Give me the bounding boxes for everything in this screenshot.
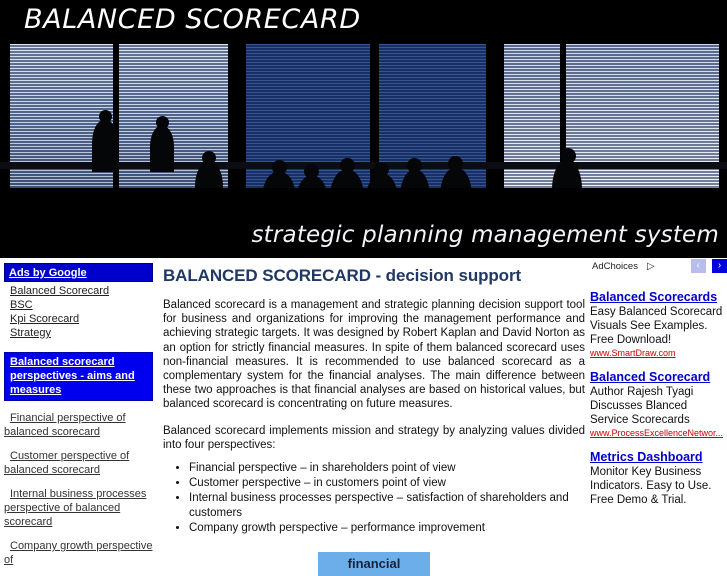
intro-paragraph: Balanced scorecard is a management and s… <box>163 299 585 411</box>
ad-title-link[interactable]: Metrics Dashboard <box>590 450 727 465</box>
page-root: BALANCED SCORECARD strategic planning ma… <box>0 0 727 576</box>
sidebar-ad-link-balanced-scorecard[interactable]: Balanced Scorecard <box>10 284 157 298</box>
ad-line: Visuals See Examples. <box>590 320 708 332</box>
sidebar-item-customer[interactable]: Customer perspective of balanced scoreca… <box>4 449 153 477</box>
foreground-shadow <box>0 188 727 214</box>
sidebar-item-customer-label[interactable]: Customer perspective of balanced scoreca… <box>4 449 153 477</box>
perspectives-lead-in: Balanced scorecard implements mission an… <box>163 424 585 451</box>
ad-line: Free Demo & Trial. <box>590 494 687 506</box>
ad-line: Author Rajesh Tyagi <box>590 386 694 398</box>
next-arrow-button[interactable]: › <box>712 259 727 273</box>
person-silhouette <box>92 120 118 172</box>
person-silhouette <box>150 126 174 172</box>
sidebar-item-perspectives-active[interactable]: Balanced scorecard perspectives - aims a… <box>4 352 153 401</box>
ad-url-link[interactable]: www.ProcessExcellenceNetwor... <box>590 428 727 438</box>
ad-line: Monitor Key Business <box>590 466 702 478</box>
ad-url-link[interactable]: www.SmartDraw.com <box>590 348 727 358</box>
sidebar-item-perspectives-label[interactable]: Balanced scorecard perspectives - aims a… <box>10 355 148 397</box>
body-columns: Ads by Google Balanced Scorecard BSC Kpi… <box>0 258 727 576</box>
person-head <box>448 156 463 171</box>
ad-line: Service Scorecards <box>590 414 690 426</box>
list-item: Company growth perspective – performance… <box>189 521 585 536</box>
person-head <box>560 148 576 164</box>
adchoices-bar: AdChoices ▷ ‹ › <box>590 258 727 278</box>
ad-line: Free Download! <box>590 334 672 346</box>
sidebar-item-company-growth-label[interactable]: Company growth perspective of <box>4 539 153 567</box>
ad-title-link[interactable]: Balanced Scorecard <box>590 370 727 385</box>
sidebar-ad-link-kpi-scorecard[interactable]: Kpi Scorecard <box>10 312 157 326</box>
person-head <box>272 160 287 175</box>
sidebar-ad-links: Balanced Scorecard BSC Kpi Scorecard Str… <box>10 284 157 340</box>
ad-item[interactable]: Metrics Dashboard Monitor Key Business I… <box>590 450 727 507</box>
banner-title: BALANCED SCORECARD <box>24 4 361 35</box>
banner-tagline: strategic planning management system <box>251 222 719 248</box>
ad-line: Discusses Blanced <box>590 400 688 412</box>
right-ads-column: AdChoices ▷ ‹ › Balanced Scorecards Easy… <box>590 258 727 545</box>
sidebar-item-internal-processes[interactable]: Internal business processes perspective … <box>4 487 153 529</box>
prev-arrow-button[interactable]: ‹ <box>690 259 706 273</box>
perspectives-list: Financial perspective – in shareholders … <box>163 461 585 536</box>
triangle-play-icon[interactable]: ▷ <box>647 261 655 272</box>
person-head <box>202 151 216 165</box>
site-banner: BALANCED SCORECARD strategic planning ma… <box>0 0 727 258</box>
person-head <box>340 158 355 173</box>
ads-by-google-link[interactable]: Ads by Google <box>9 267 87 279</box>
banner-photograph <box>0 44 727 214</box>
ad-line: Easy Balanced Scorecard <box>590 306 723 318</box>
list-item: Internal business processes perspective … <box>189 491 585 521</box>
list-item: Financial perspective – in shareholders … <box>189 461 585 476</box>
ads-carousel-nav: ‹ › <box>688 259 727 273</box>
main-content: BALANCED SCORECARD - decision support Ba… <box>163 258 585 576</box>
person-head <box>156 116 169 129</box>
person-head <box>304 164 319 179</box>
sidebar-item-financial-label[interactable]: Financial perspective of balanced scorec… <box>4 411 153 439</box>
adchoices-label: AdChoices <box>592 261 638 272</box>
sidebar-item-company-growth[interactable]: Company growth perspective of <box>4 539 153 567</box>
ads-by-google-header[interactable]: Ads by Google <box>4 263 153 282</box>
ad-item[interactable]: Balanced Scorecards Easy Balanced Scorec… <box>590 290 727 358</box>
person-head <box>407 158 422 173</box>
page-title: BALANCED SCORECARD - decision support <box>163 266 522 285</box>
person-head <box>99 110 112 123</box>
ad-title-link[interactable]: Balanced Scorecards <box>590 290 727 305</box>
sidebar-item-internal-processes-label[interactable]: Internal business processes perspective … <box>4 487 153 529</box>
diagram-area: financial <box>163 552 585 576</box>
left-sidebar: Ads by Google Balanced Scorecard BSC Kpi… <box>0 258 157 566</box>
ad-line: Indicators. Easy to Use. <box>590 480 712 492</box>
sidebar-item-financial[interactable]: Financial perspective of balanced scorec… <box>4 411 153 439</box>
diagram-chip-financial: financial <box>317 552 431 576</box>
sidebar-ad-link-strategy[interactable]: Strategy <box>10 326 157 340</box>
ad-item[interactable]: Balanced Scorecard Author Rajesh Tyagi D… <box>590 370 727 438</box>
list-item: Customer perspective – in customers poin… <box>189 476 585 491</box>
person-head <box>374 162 389 177</box>
sidebar-ad-link-bsc[interactable]: BSC <box>10 298 157 312</box>
